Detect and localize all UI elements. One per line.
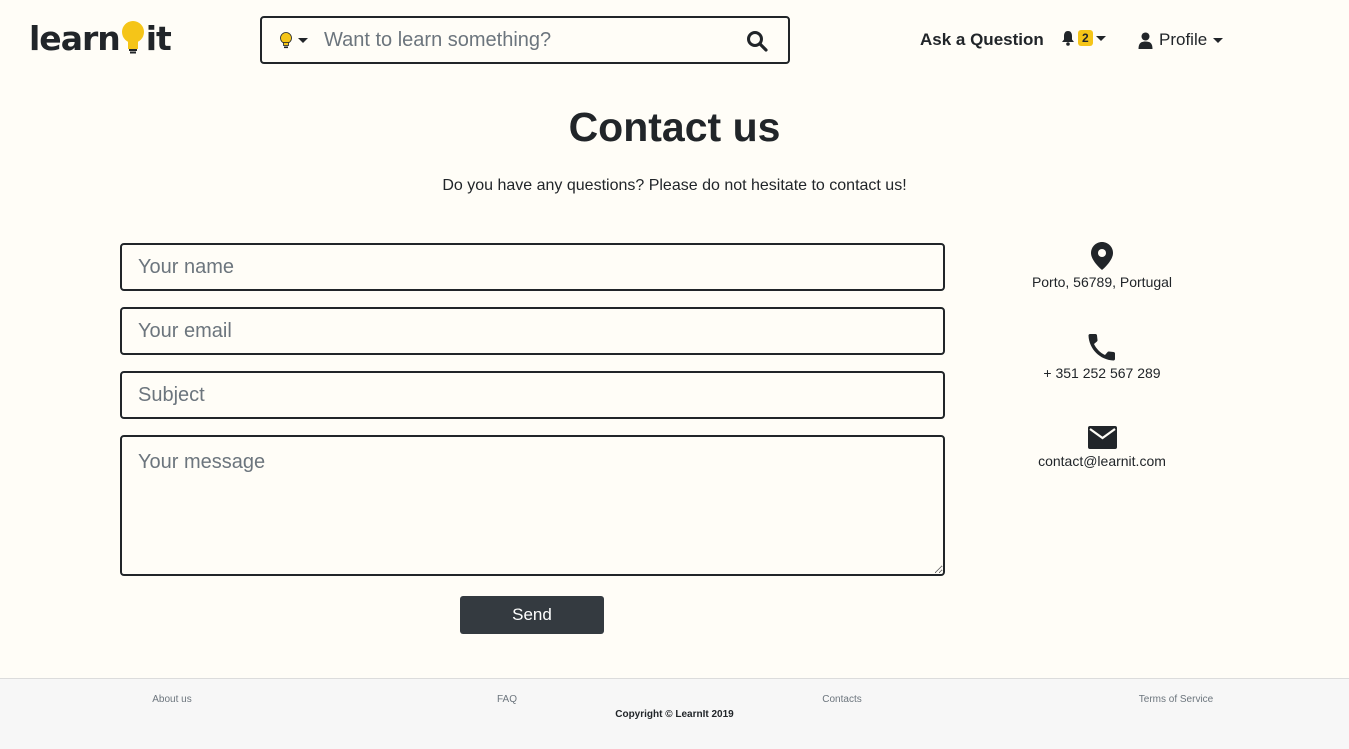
logo-lightbulb-icon — [121, 21, 145, 55]
user-icon — [1138, 32, 1153, 49]
send-button[interactable]: Send — [460, 596, 604, 634]
address-info: Porto, 56789, Portugal — [1002, 242, 1202, 290]
search-input[interactable] — [324, 28, 724, 52]
map-marker-icon — [1091, 242, 1113, 270]
footer-link-terms[interactable]: Terms of Service — [1139, 694, 1213, 705]
copyright: Copyright © LearnIt 2019 — [615, 709, 734, 720]
footer-link-contacts[interactable]: Contacts — [822, 694, 861, 705]
envelope-icon — [1087, 426, 1117, 449]
search-icon[interactable] — [746, 30, 768, 52]
search-bar — [260, 16, 790, 64]
phone-icon — [1088, 334, 1115, 361]
subject-field[interactable] — [120, 371, 945, 419]
category-dropdown[interactable] — [280, 18, 308, 62]
chevron-down-icon — [1213, 37, 1224, 43]
notifications-dropdown[interactable]: 2 — [1061, 30, 1106, 46]
page-title: Contact us — [568, 104, 781, 150]
logo-text-left: learn — [29, 19, 121, 58]
profile-label: Profile — [1159, 30, 1208, 49]
address-text: Porto, 56789, Portugal — [1031, 274, 1173, 290]
page-subtitle: Do you have any questions? Please do not… — [442, 177, 907, 194]
footer-link-faq[interactable]: FAQ — [497, 694, 517, 705]
notification-count-badge: 2 — [1078, 30, 1093, 46]
chevron-down-icon — [298, 37, 308, 43]
phone-info: + 351 252 567 289 — [1002, 333, 1202, 381]
email-field[interactable] — [120, 307, 945, 355]
email-text[interactable]: contact@learnit.com — [1038, 453, 1166, 469]
footer: About us FAQ Contacts Terms of Service C… — [0, 678, 1349, 749]
chevron-down-icon — [1095, 35, 1106, 41]
phone-text: + 351 252 567 289 — [1043, 365, 1161, 381]
ask-question-link[interactable]: Ask a Question — [920, 30, 1044, 50]
name-field[interactable] — [120, 243, 945, 291]
profile-dropdown[interactable]: Profile — [1138, 30, 1224, 50]
logo[interactable]: learn it — [29, 19, 172, 58]
logo-text-right: it — [145, 19, 172, 58]
footer-link-about-us[interactable]: About us — [152, 694, 191, 705]
message-field[interactable] — [120, 435, 945, 576]
lightbulb-icon — [280, 31, 292, 48]
email-info: contact@learnit.com — [1002, 426, 1202, 469]
bell-icon — [1062, 31, 1074, 46]
